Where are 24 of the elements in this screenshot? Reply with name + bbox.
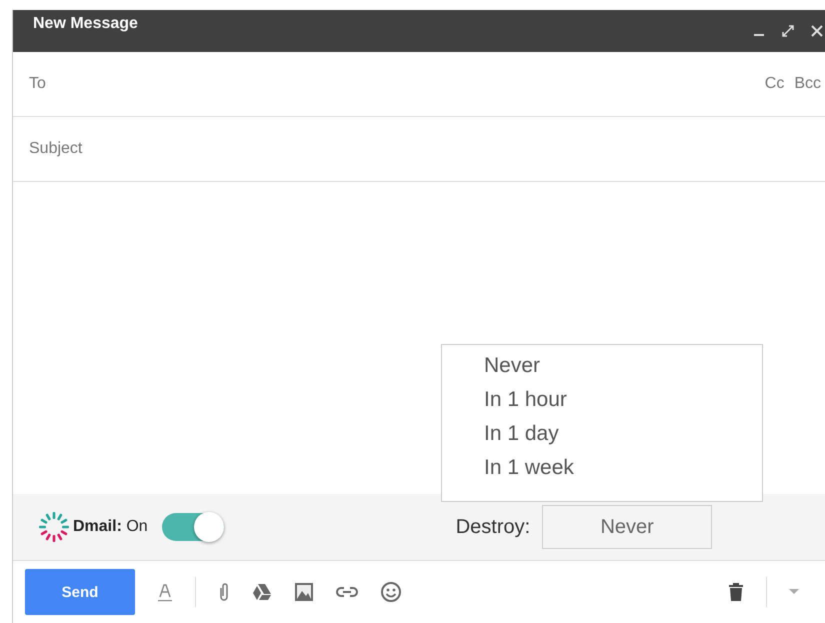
to-field[interactable]: To [27,74,755,94]
dmail-status: Dmail: On [73,518,148,536]
bcc-link[interactable]: Bcc [794,75,821,93]
link-icon[interactable] [336,586,358,598]
send-button[interactable]: Send [25,569,135,615]
destroy-select[interactable]: Never [542,505,712,549]
destroy-option[interactable]: In 1 hour [484,383,762,417]
subject-field[interactable]: Subject [27,139,825,159]
cc-link[interactable]: Cc [764,75,784,93]
destroy-label: Destroy: [456,516,530,538]
smiley-icon[interactable] [380,581,402,603]
text-format-icon[interactable] [157,582,173,602]
window-title: New Message [33,15,139,33]
close-icon[interactable] [811,25,823,37]
destroy-option[interactable]: Never [484,349,762,383]
expand-icon[interactable] [781,24,795,38]
image-icon[interactable] [294,582,314,602]
paperclip-icon[interactable] [218,582,230,602]
destroy-option[interactable]: In 1 day [484,417,762,451]
drive-icon[interactable] [252,583,272,601]
dmail-toggle[interactable] [162,513,224,541]
spinner-logo-icon [37,510,71,544]
destroy-option[interactable]: In 1 week [484,451,762,485]
trash-icon[interactable] [728,582,744,602]
